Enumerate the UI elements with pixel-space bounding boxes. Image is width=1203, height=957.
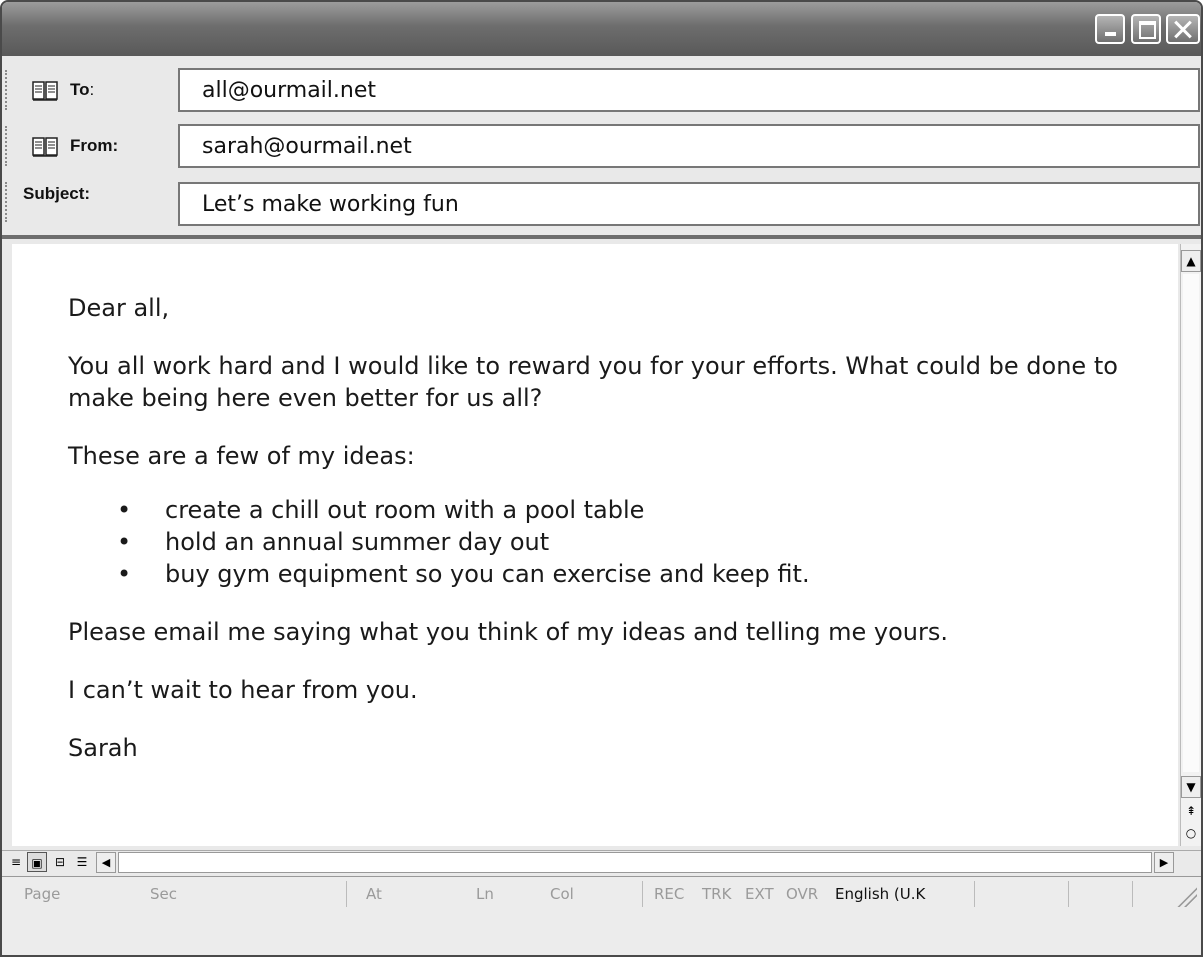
scroll-track[interactable] bbox=[1183, 274, 1199, 772]
select-browse-object-icon[interactable]: ○ bbox=[1181, 823, 1201, 845]
address-book-icon[interactable] bbox=[32, 80, 58, 102]
horizontal-scrollbar-row: ≡ ▣ ⊟ ☰ ◀ ▶ bbox=[2, 850, 1201, 875]
web-layout-view-icon[interactable]: ▣ bbox=[27, 852, 47, 872]
status-bar: Page Sec At Ln Col REC TRK EXT OVR Engli… bbox=[2, 876, 1201, 955]
to-field[interactable]: all@ourmail.net bbox=[178, 68, 1200, 112]
request-paragraph: Please email me saying what you think of… bbox=[68, 618, 948, 646]
status-rec[interactable]: REC bbox=[654, 885, 684, 903]
address-book-icon[interactable] bbox=[32, 136, 58, 158]
title-bar[interactable] bbox=[2, 2, 1201, 56]
status-language[interactable]: English (U.K bbox=[835, 885, 925, 903]
paragraph-1: You all work hard and I would like to re… bbox=[68, 352, 1118, 412]
status-divider bbox=[1132, 881, 1133, 907]
print-layout-view-icon[interactable]: ⊟ bbox=[50, 852, 70, 872]
vertical-scrollbar[interactable]: ▲ ▼ ⇞ ○ bbox=[1180, 244, 1201, 846]
list-item: buy gym equipment so you can exercise an… bbox=[117, 558, 1168, 590]
closing-line: I can’t wait to hear from you. bbox=[68, 676, 418, 704]
horizontal-scroll-track[interactable] bbox=[118, 852, 1152, 873]
outline-view-icon[interactable]: ☰ bbox=[72, 852, 92, 872]
subject-row: Subject: Let’s make working fun bbox=[2, 180, 1201, 226]
row-grip bbox=[5, 70, 12, 110]
resize-grip-icon[interactable] bbox=[1175, 885, 1197, 907]
subject-label: Subject: bbox=[23, 184, 91, 203]
status-divider bbox=[1068, 881, 1069, 907]
from-label[interactable]: From: bbox=[70, 136, 118, 156]
normal-view-icon[interactable]: ≡ bbox=[6, 852, 26, 872]
to-label[interactable]: To: bbox=[70, 80, 94, 100]
status-column: Col bbox=[550, 885, 574, 903]
status-trk[interactable]: TRK bbox=[702, 885, 731, 903]
ideas-list: create a chill out room with a pool tabl… bbox=[68, 494, 1168, 590]
email-window: To: all@ourmail.net From: sarah@ourmail.… bbox=[0, 0, 1203, 957]
list-item: hold an annual summer day out bbox=[117, 526, 1168, 558]
from-row: From: sarah@ourmail.net bbox=[2, 124, 1201, 168]
status-divider bbox=[642, 881, 643, 907]
list-item: create a chill out room with a pool tabl… bbox=[117, 494, 1168, 526]
to-label-text: To bbox=[70, 80, 90, 99]
status-page: Page bbox=[24, 885, 61, 903]
status-at: At bbox=[366, 885, 382, 903]
scroll-left-arrow-icon[interactable]: ◀ bbox=[96, 852, 116, 873]
status-divider bbox=[974, 881, 975, 907]
to-label-colon: : bbox=[89, 80, 95, 99]
status-divider bbox=[346, 881, 347, 907]
previous-page-icon[interactable]: ⇞ bbox=[1181, 801, 1201, 823]
greeting: Dear all, bbox=[68, 294, 170, 322]
from-field[interactable]: sarah@ourmail.net bbox=[178, 124, 1200, 168]
status-section: Sec bbox=[150, 885, 177, 903]
status-line: Ln bbox=[476, 885, 494, 903]
message-text: Dear all, You all work hard and I would … bbox=[68, 292, 1168, 790]
signature: Sarah bbox=[68, 734, 138, 762]
ideas-intro: These are a few of my ideas: bbox=[68, 442, 415, 470]
message-body[interactable]: Dear all, You all work hard and I would … bbox=[12, 244, 1178, 846]
maximize-button[interactable] bbox=[1131, 14, 1161, 44]
scroll-up-arrow-icon[interactable]: ▲ bbox=[1181, 250, 1201, 272]
to-row: To: all@ourmail.net bbox=[2, 68, 1201, 112]
status-ovr[interactable]: OVR bbox=[786, 885, 818, 903]
scroll-right-arrow-icon[interactable]: ▶ bbox=[1154, 852, 1174, 873]
scroll-down-arrow-icon[interactable]: ▼ bbox=[1181, 776, 1201, 798]
minimize-button[interactable] bbox=[1095, 14, 1125, 44]
row-grip bbox=[5, 126, 12, 166]
close-button[interactable] bbox=[1166, 14, 1200, 44]
header-divider bbox=[2, 235, 1201, 239]
status-ext[interactable]: EXT bbox=[745, 885, 774, 903]
subject-field[interactable]: Let’s make working fun bbox=[178, 182, 1200, 226]
row-grip bbox=[5, 182, 12, 222]
